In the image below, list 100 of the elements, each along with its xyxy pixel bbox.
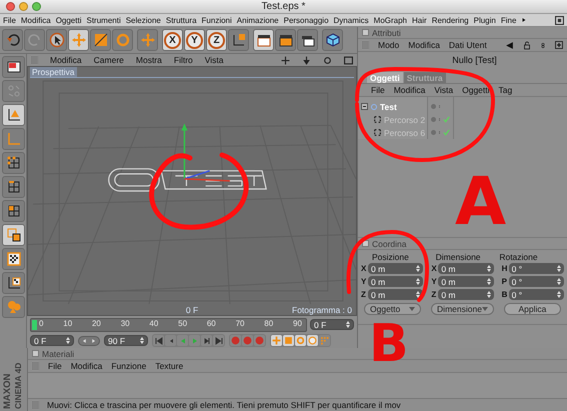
undo-button[interactable] [2,29,23,51]
menu-item[interactable]: Vista [204,55,224,65]
grip-icon [32,401,39,409]
check-icon[interactable] [443,116,450,123]
end-frame-field[interactable]: 90 F [104,335,148,346]
render-settings-button[interactable] [297,29,318,51]
playhead[interactable] [32,320,37,330]
number-field[interactable]: 0 ° [508,276,564,287]
visibility-dot[interactable] [431,104,436,109]
key-parameter-button[interactable] [307,335,318,346]
menu-item[interactable]: Modifica [50,55,82,65]
menu-item[interactable]: Modifica [408,40,440,50]
menu-item[interactable]: Strumenti [86,16,121,24]
menu-item[interactable]: Modifica [394,85,426,95]
tick-label: 30 [120,318,130,330]
checkbox[interactable] [32,350,39,357]
menu-item[interactable]: Oggetti [462,85,490,95]
number-field[interactable]: 0 ° [508,289,564,300]
number-field[interactable]: 0 m [368,289,424,300]
menu-item[interactable]: Modifica [70,361,102,371]
apply-button[interactable]: Applica [504,303,561,315]
number-field[interactable]: 0 m [368,276,424,287]
record-button[interactable] [254,335,265,346]
select-tool-button[interactable] [46,29,67,51]
playback-button[interactable] [165,335,176,346]
frame-field[interactable]: 0 F [310,319,354,330]
checkbox[interactable] [362,29,369,36]
dropdown[interactable]: Dimensione [431,303,494,315]
menu-item[interactable]: Fine [500,16,516,24]
menu-item[interactable]: File [371,85,385,95]
coordinate-system-button[interactable] [228,29,249,51]
menu-item[interactable]: Vista [434,85,454,95]
key-rotate-button[interactable] [295,335,306,346]
dropdown[interactable]: Oggetto [364,303,422,315]
palette-button[interactable] [2,224,25,246]
axis-lock-button[interactable]: X [162,29,183,51]
palette-button[interactable] [2,272,25,294]
menu-item[interactable]: Dynamics [334,16,369,24]
key-scale-button[interactable] [283,335,294,346]
zoom-button[interactable] [32,2,41,11]
key-points-button[interactable] [319,335,330,346]
menu-item[interactable]: Tag [498,85,512,95]
number-field[interactable]: 0 m [438,263,494,274]
close-button[interactable] [6,2,15,11]
menu-item[interactable]: Modo [378,40,400,50]
menu-item[interactable]: Oggetti [56,16,82,24]
null-object-icon [370,102,378,112]
palette-button[interactable] [2,248,25,270]
menu-item[interactable]: Funzioni [202,16,232,24]
minimize-button[interactable] [19,2,28,11]
key-move-button[interactable] [271,335,282,346]
start-frame-field[interactable]: 0 F [30,335,74,346]
menu-item[interactable]: File [3,16,16,24]
visibility-dot[interactable] [431,117,436,122]
palette-button[interactable] [2,56,25,78]
menu-item[interactable]: Plugin [474,16,496,24]
menu-item[interactable]: Camere [94,55,124,65]
move-mode-button[interactable] [137,29,158,51]
palette-button[interactable] [2,104,25,126]
menu-item[interactable]: Filtro [174,55,193,65]
tick-label: 60 [206,318,216,330]
stepper-icon [416,278,420,285]
playback-button[interactable] [153,335,164,346]
palette-button[interactable] [2,152,25,174]
axis-lock-button[interactable]: Z [206,29,227,51]
palette-button[interactable] [2,200,25,222]
render-view-button[interactable] [253,29,274,51]
axis-lock-button[interactable]: Y [184,29,205,51]
menu-item[interactable]: Dati Utent [448,40,487,50]
render-button[interactable] [275,29,296,51]
check-icon[interactable] [443,129,450,136]
menu-item[interactable]: Personaggio [284,16,329,24]
menu-item[interactable]: Selezione [126,16,161,24]
menu-item[interactable]: Modifica [20,16,51,24]
number-field[interactable]: 0 m [368,263,424,274]
tick-label: 40 [149,318,158,330]
menu-item[interactable]: Rendering [432,16,469,24]
number-field[interactable]: 0 m [438,276,494,287]
menu-item[interactable]: MoGraph [374,16,408,24]
menu-item[interactable]: Struttura [166,16,197,24]
number-field[interactable]: 0 ° [508,263,564,274]
record-button[interactable] [242,335,253,346]
collapse-icon[interactable] [361,103,368,110]
scale-tool-button[interactable] [90,29,111,51]
record-button[interactable] [230,335,241,346]
playback-button[interactable] [213,335,224,346]
number-field[interactable]: 0 m [438,289,494,300]
cube-button[interactable] [322,29,343,51]
visibility-dot[interactable] [431,130,436,135]
menu-item[interactable]: Hair [412,16,427,24]
timeline-ruler[interactable]: 0 10 20 30 40 50 60 70 80 90 [30,318,307,332]
range-arrows-button[interactable] [78,336,100,346]
menu-item[interactable]: Funzione [111,361,146,371]
move-tool-button[interactable] [68,29,89,51]
menu-item[interactable]: File [48,361,62,371]
playback-button[interactable] [201,335,212,346]
rotate-tool-button[interactable] [112,29,133,51]
menu-item[interactable]: Mostra [136,55,162,65]
menu-item[interactable]: Texture [155,361,184,371]
menu-item[interactable]: Animazione [236,16,279,24]
